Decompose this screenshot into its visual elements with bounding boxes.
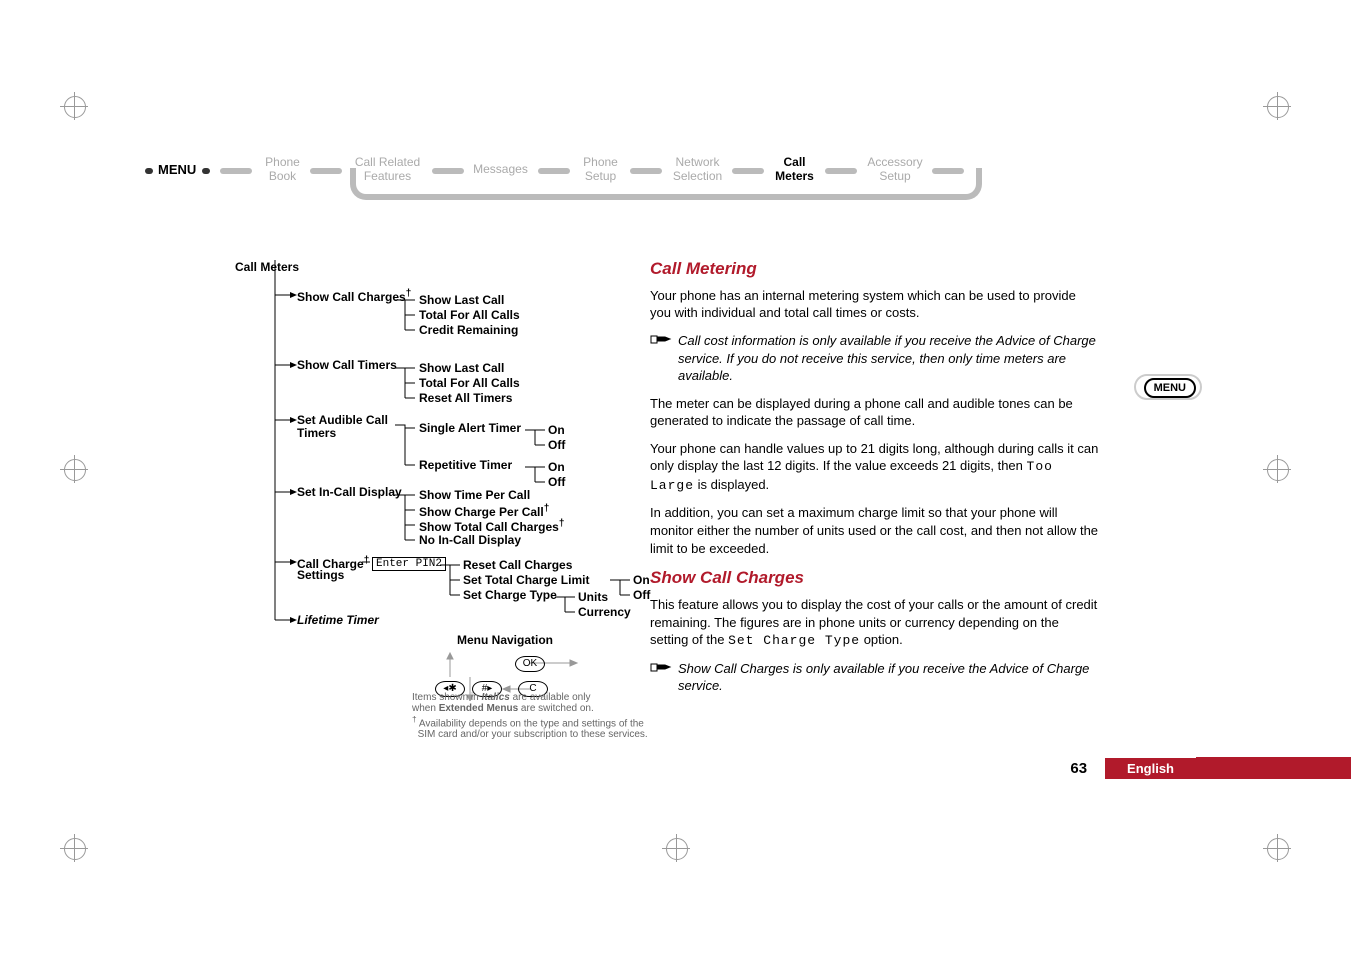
crumb-connector: [310, 168, 342, 174]
page-number: 63: [1070, 760, 1087, 777]
menu-marker: [202, 168, 210, 174]
node-timers: Timers: [297, 426, 336, 440]
page-footer: 63 English: [1070, 758, 1196, 779]
node-show-total-call-charges: Show Total Call Charges†: [419, 518, 564, 534]
node-on: On: [548, 460, 565, 474]
paragraph: Your phone has an internal metering syst…: [650, 287, 1100, 322]
node-credit-remaining: Credit Remaining: [419, 323, 518, 337]
menu-breadcrumb: MENU Phone Book Call Related Features Me…: [150, 150, 1150, 205]
paragraph: In addition, you can set a maximum charg…: [650, 504, 1100, 557]
node-show-call-timers: Show Call Timers: [297, 358, 397, 372]
node-set-total-charge-limit: Set Total Charge Limit: [463, 573, 589, 587]
footer-red-strip: [1196, 757, 1351, 779]
heading-show-call-charges: Show Call Charges: [650, 567, 1100, 590]
node-lifetime-timer: Lifetime Timer: [297, 613, 379, 627]
registration-mark: [1263, 834, 1291, 862]
crumb-phone-book: Phone Book: [255, 155, 310, 183]
registration-mark: [60, 834, 88, 862]
registration-mark: [60, 455, 88, 483]
node-total-all-calls-2: Total For All Calls: [419, 376, 520, 390]
node-off: Off: [548, 475, 565, 489]
node-show-last-call: Show Last Call: [419, 293, 504, 307]
pointing-hand-icon: [650, 332, 672, 351]
menu-navigation-legend: Menu Navigation OK ◂✱ #▸ C: [410, 633, 600, 701]
tree-footnotes: Items shown in Italics are available onl…: [412, 692, 672, 740]
node-show-last-call-2: Show Last Call: [419, 361, 504, 375]
node-off: Off: [633, 588, 650, 602]
node-set-charge-type: Set Charge Type: [463, 588, 557, 602]
registration-mark: [1263, 92, 1291, 120]
content-column: Call Metering Your phone has an internal…: [650, 258, 1100, 705]
node-enter-pin2: Enter PIN2: [372, 555, 446, 571]
node-no-in-call-display: No In-Call Display: [419, 533, 521, 547]
menu-root-label: MENU: [158, 162, 196, 177]
side-menu-badge: MENU: [1144, 378, 1196, 398]
breadcrumb-return: [350, 168, 982, 200]
heading-call-metering: Call Metering: [650, 258, 1100, 281]
note-call-cost: Call cost information is only available …: [650, 332, 1100, 385]
node-set-in-call-display: Set In-Call Display: [297, 485, 402, 499]
node-total-all-calls: Total For All Calls: [419, 308, 520, 322]
note-show-call-charges: Show Call Charges is only available if y…: [650, 660, 1100, 695]
pointing-hand-icon: [650, 660, 672, 679]
node-reset-all-timers: Reset All Timers: [419, 391, 512, 405]
node-settings: Settings: [297, 568, 344, 582]
crumb-connector: [220, 168, 252, 174]
menu-marker: [145, 168, 153, 174]
node-show-charge-per-call: Show Charge Per Call†: [419, 503, 549, 519]
node-reset-call-charges: Reset Call Charges: [463, 558, 572, 572]
menu-nav-title: Menu Navigation: [410, 633, 600, 647]
node-on: On: [548, 423, 565, 437]
node-single-alert-timer: Single Alert Timer: [419, 421, 521, 435]
paragraph: The meter can be displayed during a phon…: [650, 395, 1100, 430]
call-meters-tree: Call Meters Show C: [235, 260, 655, 282]
node-on: On: [633, 573, 650, 587]
node-units: Units: [578, 590, 608, 604]
node-off: Off: [548, 438, 565, 452]
node-set-audible-call: Set Audible Call: [297, 413, 388, 427]
registration-mark: [662, 834, 690, 862]
registration-mark: [1263, 455, 1291, 483]
node-show-time-per-call: Show Time Per Call: [419, 488, 530, 502]
node-repetitive-timer: Repetitive Timer: [419, 458, 512, 472]
language-badge: English: [1105, 758, 1196, 779]
node-show-call-charges: Show Call Charges†: [297, 288, 411, 304]
registration-mark: [60, 92, 88, 120]
node-currency: Currency: [578, 605, 631, 619]
key-ok: OK: [515, 656, 545, 672]
paragraph: This feature allows you to display the c…: [650, 596, 1100, 650]
paragraph: Your phone can handle values up to 21 di…: [650, 440, 1100, 495]
